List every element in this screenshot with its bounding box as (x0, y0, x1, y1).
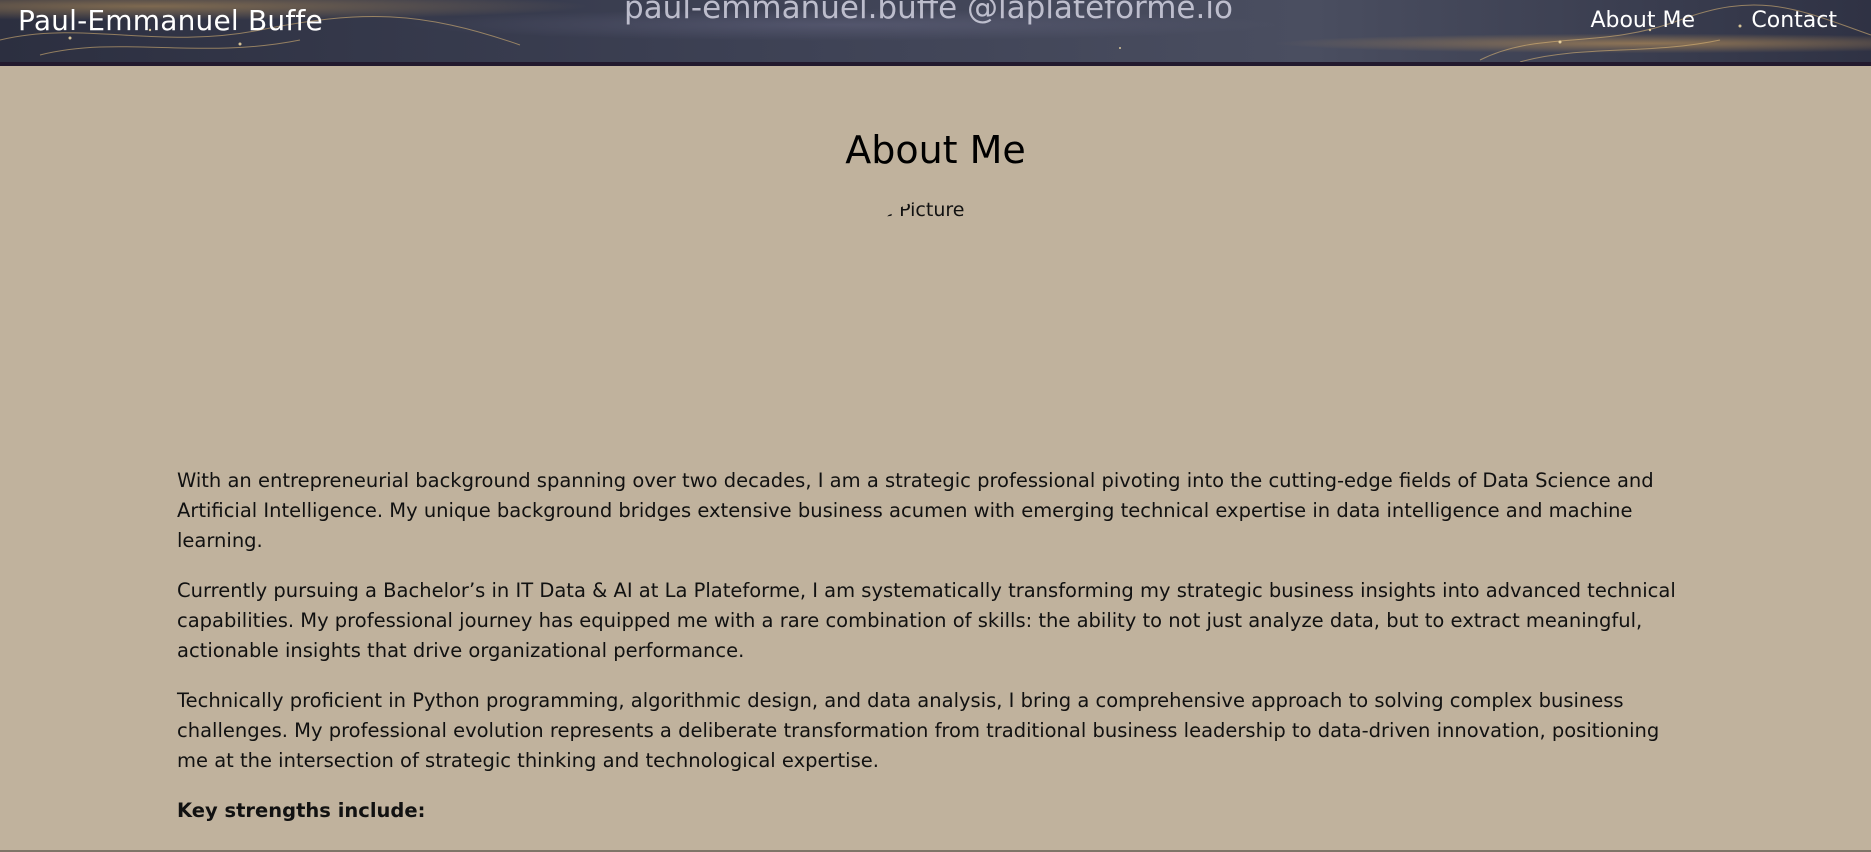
nav-contact-link[interactable]: Contact (1751, 8, 1837, 33)
profile-picture-alt-text: Profile Picture (860, 199, 965, 221)
page-title: About Me (845, 128, 1026, 172)
site-brand[interactable]: Paul-Emmanuel Buffe (18, 4, 323, 37)
about-paragraph: Technically proficient in Python program… (177, 689, 1660, 772)
profile-picture: Profile Picture (860, 199, 1010, 349)
nav-about-me-link[interactable]: About Me (1590, 8, 1695, 33)
about-section: About Me Profile Picture With an entrepr… (0, 66, 1871, 852)
about-paragraph: Currently pursuing a Bachelor’s in IT Da… (177, 579, 1676, 662)
email-address: paul-emmanuel.buffe @laplateforme.io (624, 0, 1233, 26)
site-header: Paul-Emmanuel Buffe paul-emmanuel.buffe … (0, 0, 1871, 66)
about-content: With an entrepreneurial background spann… (177, 466, 1677, 846)
key-strengths-heading: Key strengths include: (177, 799, 426, 822)
about-paragraph: With an entrepreneurial background spann… (177, 469, 1654, 552)
